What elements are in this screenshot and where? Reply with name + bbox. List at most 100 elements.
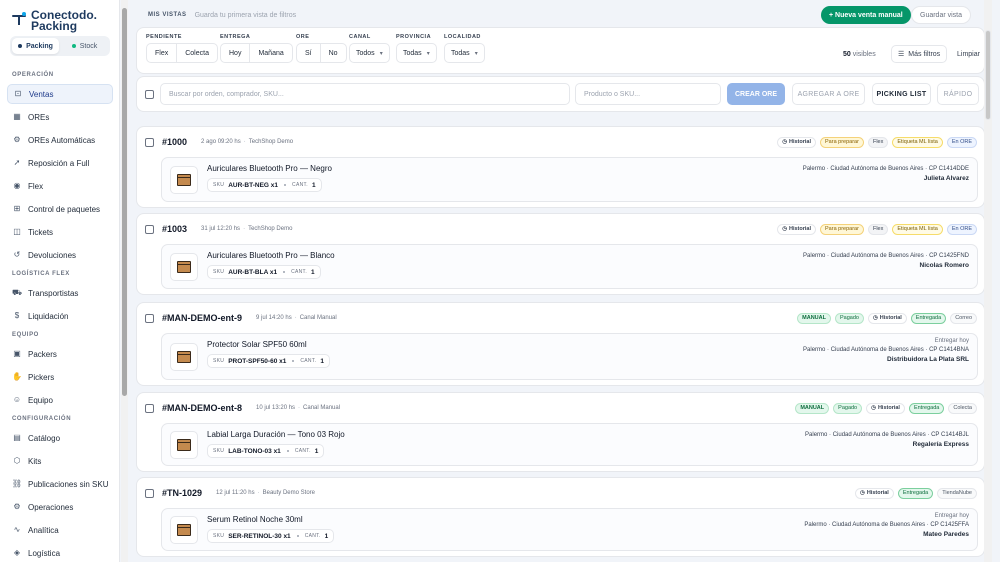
brand-logo[interactable]: Conectodo. Packing	[12, 9, 97, 32]
return-icon: ↺	[13, 250, 21, 259]
order-card[interactable]: #MAN-DEMO-ent-8 10 jul 13:20 hs · Canal Man…	[136, 392, 985, 472]
history-button[interactable]: ◷ Historial	[866, 402, 905, 414]
sku-chip: SKU PROT-SPF50-60 x1 CANT. 1	[207, 354, 330, 368]
order-item[interactable]: Auriculares Bluetooth Pro — Negro SKU AUR-…	[161, 157, 978, 202]
sidebar-item-equipo[interactable]: ☺ Equipo	[7, 390, 113, 410]
sidebar-item-flex[interactable]: ◉ Flex	[7, 176, 113, 196]
status-badge: Entregada	[908, 402, 945, 414]
product-sku-input[interactable]: Producto o SKU...	[575, 83, 721, 105]
status-badge: Para preparar	[820, 223, 864, 235]
provincia-select[interactable]: Todas ▾	[396, 43, 437, 63]
create-ore-button[interactable]: CREAR ORE	[727, 83, 785, 105]
order-date: 10 jul 13:20 hs	[256, 405, 296, 411]
order-card[interactable]: #1000 2 ago 09:20 hs · TechShop Demo ◷ Histor…	[136, 126, 985, 208]
more-filters-button[interactable]: ☰ Más filtros	[891, 45, 948, 63]
history-button[interactable]: ◷ Historial	[777, 223, 817, 235]
add-to-ore-button[interactable]: AGREGAR A ORE	[792, 83, 865, 105]
sidebar-item-catálogo[interactable]: ▤ Catálogo	[7, 428, 113, 448]
order-number[interactable]: #1000	[162, 137, 187, 147]
order-number[interactable]: #1003	[162, 224, 187, 234]
sidebar-section-title: OPERACIÓN	[12, 72, 54, 78]
order-item[interactable]: Serum Retinol Noche 30ml SKU SER-RETINOL-3…	[161, 508, 978, 551]
status-badge: Entregada	[910, 312, 947, 324]
order-checkbox[interactable]	[145, 137, 154, 147]
order-card[interactable]: #TN-1029 12 jul 11:20 hs · Beauty Demo Stor…	[136, 477, 985, 557]
order-checkbox[interactable]	[145, 403, 154, 413]
sidebar-item-pickers[interactable]: ✋ Pickers	[7, 367, 113, 387]
main-scrollbar[interactable]	[984, 0, 992, 562]
sidebar-item-ventas[interactable]: ⊡ Ventas	[7, 84, 113, 104]
sidebar-item-transportistas[interactable]: ⛟ Transportistas	[7, 283, 113, 303]
order-shop: Beauty Demo Store	[262, 490, 315, 496]
recipient-name: Regalería Express	[912, 441, 969, 448]
sidebar-item-label: OREs Automáticas	[28, 135, 96, 145]
localidad-select[interactable]: Todas ▾	[444, 43, 485, 63]
qty-value: 1	[320, 357, 324, 365]
filter-ore-si[interactable]: Sí	[297, 44, 321, 62]
filter-entrega-manana[interactable]: Mañana	[250, 44, 291, 62]
order-item[interactable]: Auriculares Bluetooth Pro — Blanco SKU AUR…	[161, 244, 978, 289]
clear-filters-button[interactable]: Limpiar	[957, 51, 980, 58]
sidebar-item-publicaciones-sin-sku[interactable]: ⛓ Publicaciones sin SKU	[7, 474, 113, 494]
sidebar-item-devoluciones[interactable]: ↺ Devoluciones	[7, 245, 113, 265]
sidebar-item-logística[interactable]: ◈ Logística	[7, 543, 113, 562]
order-checkbox[interactable]	[145, 488, 154, 498]
select-all-checkbox[interactable]	[145, 90, 154, 99]
order-number[interactable]: #MAN-DEMO-ent-9	[162, 313, 242, 323]
separator-dot: ·	[243, 226, 246, 232]
filter-entrega-hoy[interactable]: Hoy	[221, 44, 251, 62]
sku-key: SKU	[213, 533, 225, 539]
filter-panel: PENDIENTE Flex Colecta ENTREGA Hoy Mañan…	[136, 27, 985, 74]
sidebar-item-ores-automáticas[interactable]: ⚙ OREs Automáticas	[7, 130, 113, 150]
mode-packing-button[interactable]: Packing	[12, 38, 59, 54]
sidebar-item-label: Analítica	[28, 525, 59, 535]
sidebar-item-control-de-paquetes[interactable]: ⊞ Control de paquetes	[7, 199, 113, 219]
order-number[interactable]: #MAN-DEMO-ent-8	[162, 403, 242, 413]
order-card[interactable]: #MAN-DEMO-ent-9 9 jul 14:20 hs · Canal Manu…	[136, 302, 985, 386]
sidebar-scrollbar[interactable]	[121, 0, 128, 562]
sidebar-item-reposición-a-full[interactable]: ➚ Reposición a Full	[7, 153, 113, 173]
quick-button[interactable]: RÁPIDO	[937, 83, 979, 105]
sidebar-item-label: Equipo	[28, 395, 53, 405]
qty-value: 1	[324, 532, 329, 540]
sku-key: SKU	[213, 269, 225, 275]
order-card[interactable]: #1003 31 jul 12:20 hs · TechShop Demo ◷ Histo…	[136, 213, 985, 295]
order-checkbox[interactable]	[145, 224, 154, 234]
qty-key: CANT.	[292, 182, 308, 188]
sidebar-item-analítica[interactable]: ∿ Analítica	[7, 520, 113, 540]
order-item[interactable]: Protector Solar SPF50 60ml SKU PROT-SPF50-…	[161, 333, 978, 380]
clock-icon: ◷	[782, 139, 787, 145]
recipient-name: Nicolas Romero	[919, 262, 970, 269]
filter-pendiente-flex[interactable]: Flex	[147, 44, 178, 62]
order-number[interactable]: #TN-1029	[162, 488, 202, 498]
sidebar-item-packers[interactable]: ▣ Packers	[7, 344, 113, 364]
order-shop: TechShop Demo	[248, 226, 293, 232]
save-view-button[interactable]: Guardar vista	[911, 6, 972, 24]
search-input[interactable]: Buscar por orden, comprador, SKU...	[160, 83, 570, 105]
order-checkbox[interactable]	[145, 313, 154, 323]
shipping-info: Entregar hoy Palermo · Ciudad Autónoma de…	[803, 338, 969, 363]
sidebar-item-kits[interactable]: ⬡ Kits	[7, 451, 113, 471]
history-button[interactable]: ◷ Historial	[777, 136, 817, 148]
sidebar-item-ores[interactable]: ▦ OREs	[7, 107, 113, 127]
sidebar-item-label: Catálogo	[28, 433, 61, 443]
shipping-info: Entregar hoy Palermo · Ciudad Autónoma de…	[804, 513, 969, 538]
filter-ore-no[interactable]: No	[321, 44, 346, 62]
history-button[interactable]: ◷ Historial	[867, 312, 907, 324]
picking-list-button[interactable]: PICKING LIST	[872, 83, 931, 105]
order-shop: Canal Manual	[299, 315, 337, 321]
filter-pendiente: PENDIENTE Flex Colecta	[146, 34, 218, 63]
new-manual-sale-button[interactable]: + Nueva venta manual	[821, 6, 911, 24]
mode-stock-button[interactable]: Stock	[61, 38, 108, 54]
canal-select[interactable]: Todos ▾	[349, 43, 390, 63]
sku-chip: SKU SER-RETINOL-30 x1 CANT. 1	[207, 529, 335, 543]
qty-value: 1	[311, 268, 315, 276]
sidebar-item-operaciones[interactable]: ⚙ Operaciones	[7, 497, 113, 517]
order-item[interactable]: Labial Larga Duración — Tono 03 Rojo SKU L…	[161, 423, 978, 466]
box-icon	[176, 261, 191, 273]
delivery-note: Entregar hoy	[934, 513, 969, 519]
sidebar-item-liquidación[interactable]: $ Liquidación	[7, 306, 113, 326]
filter-pendiente-colecta[interactable]: Colecta	[177, 44, 217, 62]
sidebar-item-tickets[interactable]: ◫ Tickets	[7, 222, 113, 242]
history-button[interactable]: ◷ Historial	[855, 487, 894, 499]
